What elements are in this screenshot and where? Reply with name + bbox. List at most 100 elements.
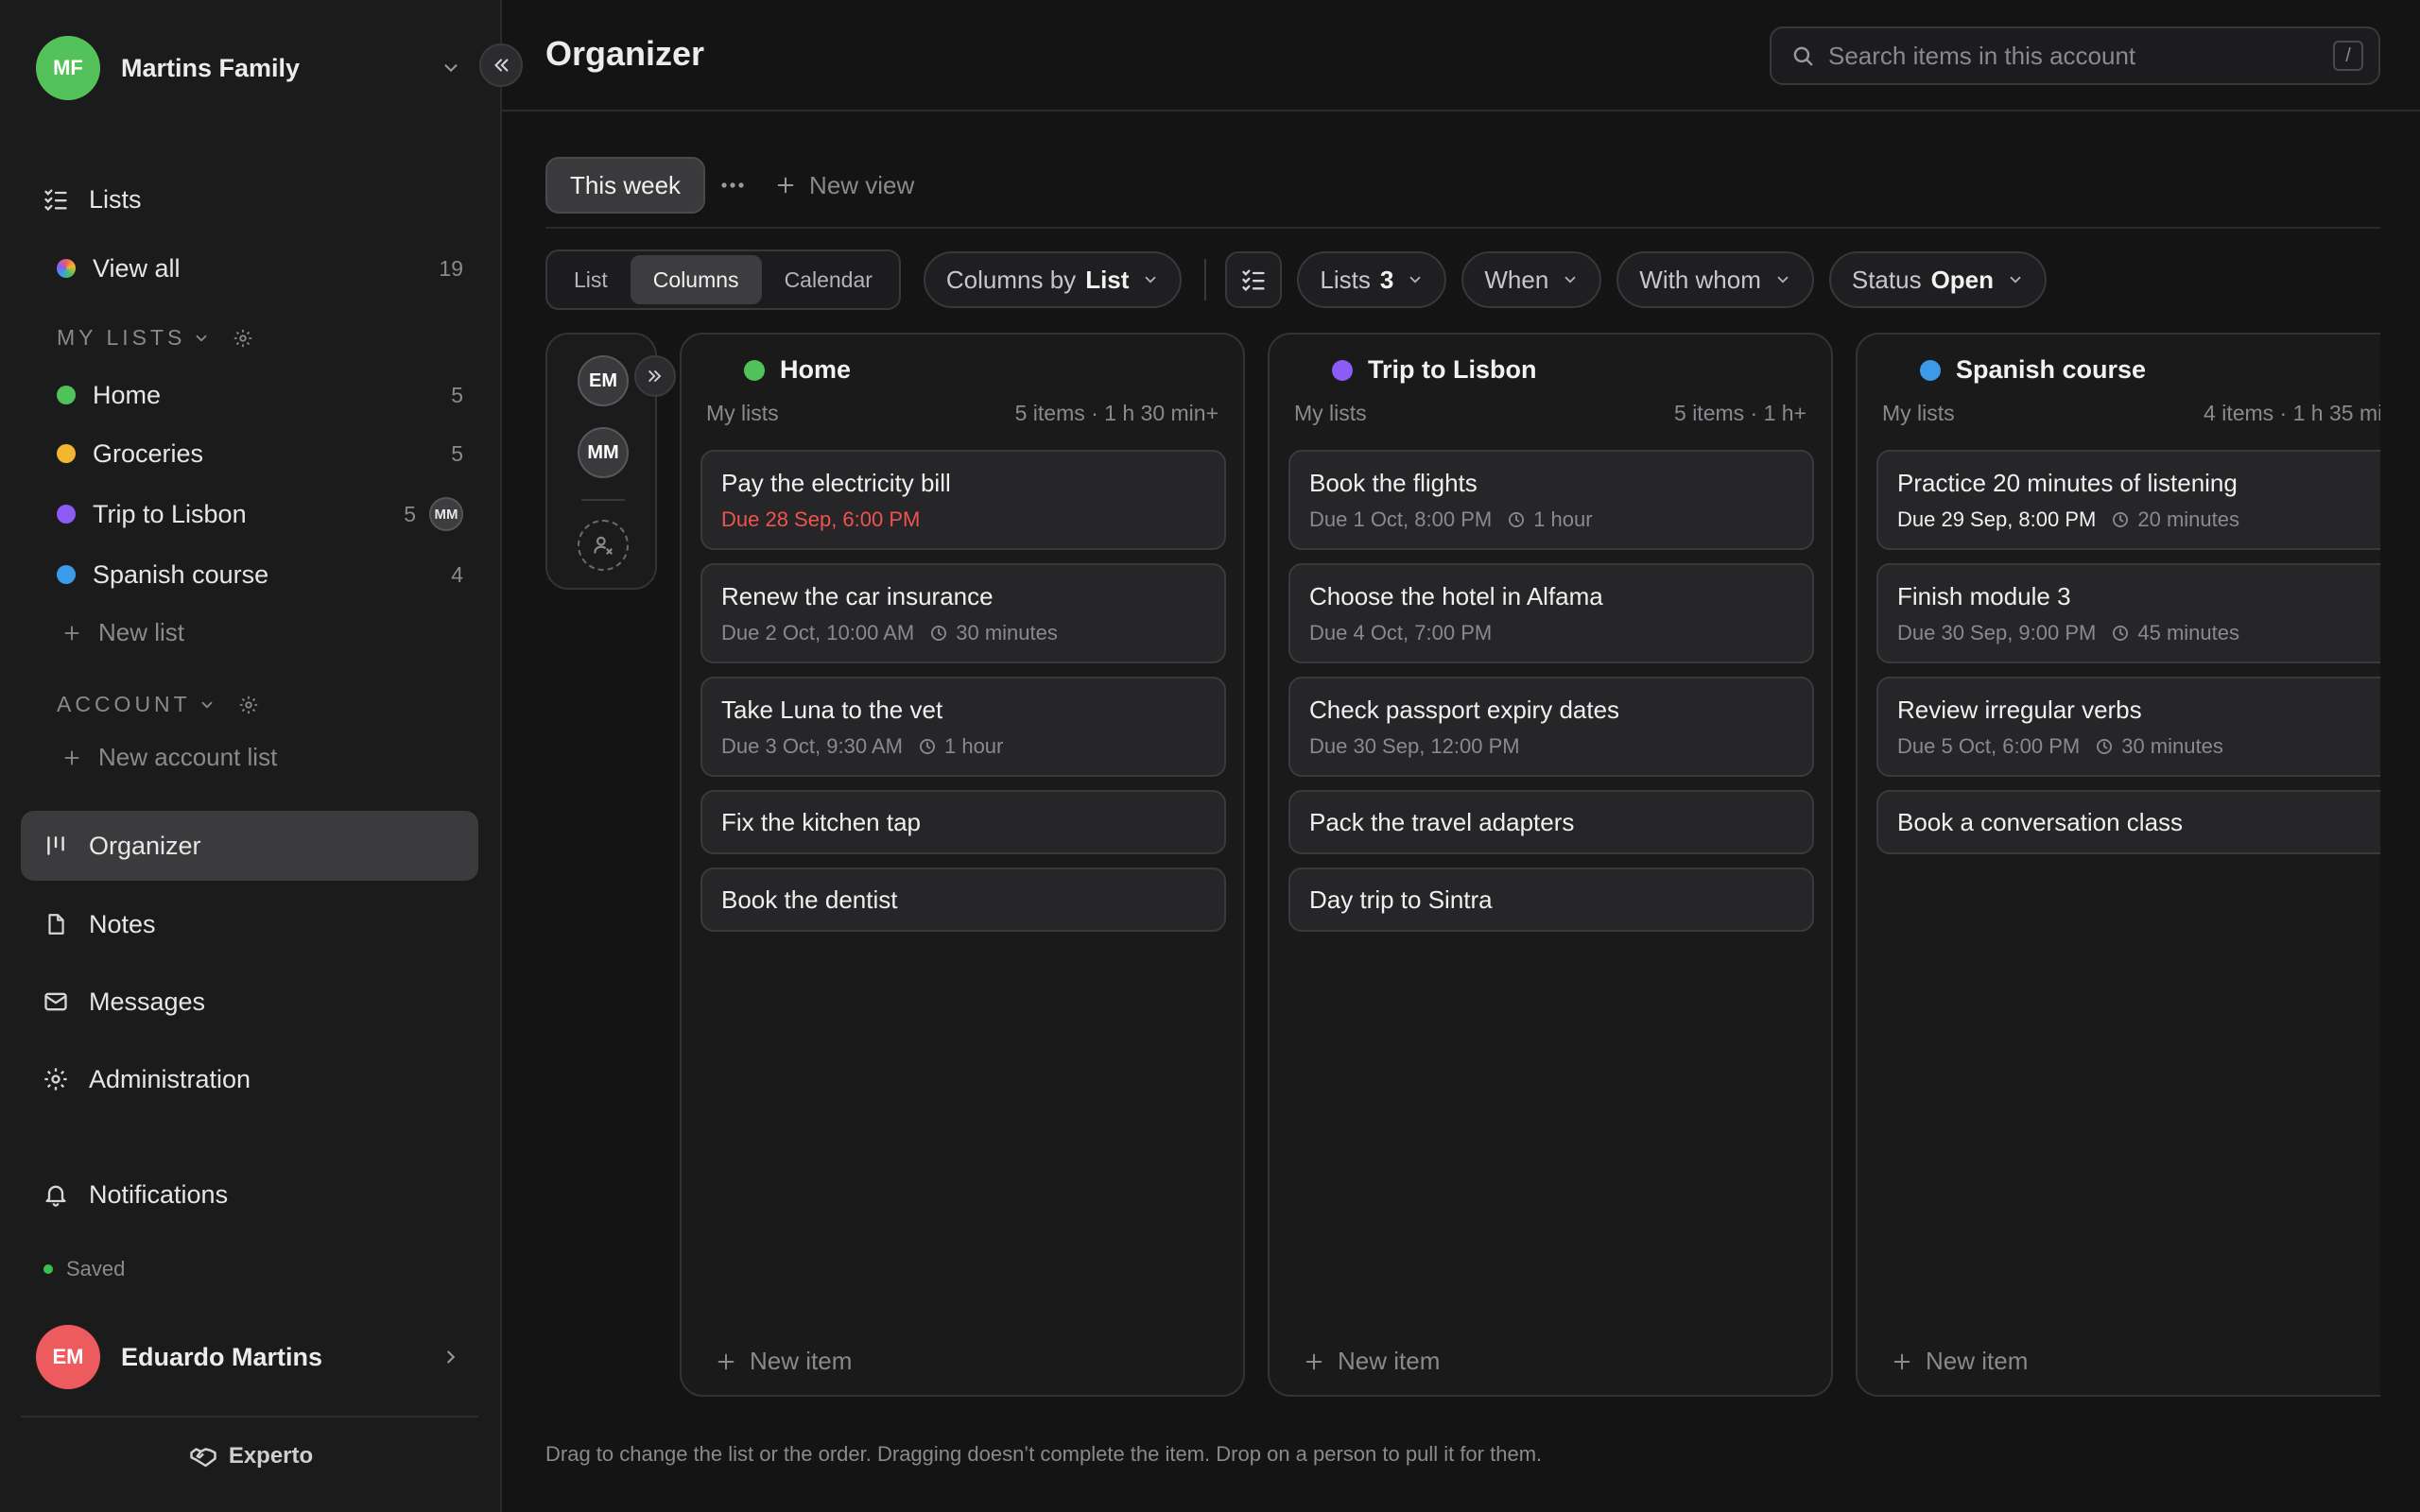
account-header[interactable]: ACCOUNT xyxy=(57,692,259,717)
when-filter[interactable]: When xyxy=(1461,251,1602,308)
column-summary: 5 items · 1 h+ xyxy=(1674,401,1806,425)
item-card[interactable]: Day trip to Sintra xyxy=(1288,868,1814,932)
nav-administration[interactable]: Administration xyxy=(21,1044,478,1114)
view-all[interactable]: View all 19 xyxy=(57,242,463,295)
person-avatar[interactable]: MM xyxy=(578,427,629,478)
account-switcher[interactable]: MF Martins Family xyxy=(36,36,461,100)
item-due: Due 28 Sep, 6:00 PM xyxy=(721,507,921,531)
new-account-list-button[interactable]: New account list xyxy=(62,743,277,772)
item-card[interactable]: Take Luna to the vet Due 3 Oct, 9:30 AM 1… xyxy=(700,677,1226,777)
list-color-dot xyxy=(57,505,76,524)
item-card[interactable]: Practice 20 minutes of listening Due 29 … xyxy=(1876,450,2380,550)
column-title: Home xyxy=(780,355,852,384)
item-due: Due 3 Oct, 9:30 AM xyxy=(721,733,903,758)
search-input[interactable] xyxy=(1828,41,2333,71)
item-card[interactable]: Pack the travel adapters xyxy=(1288,790,1814,854)
column-header[interactable]: Trip to Lisbon xyxy=(1332,355,1536,385)
view-all-label: View all xyxy=(93,253,181,283)
mode-list[interactable]: List xyxy=(551,255,631,304)
layout-switcher: List Columns Calendar xyxy=(545,249,901,310)
item-title: Practice 20 minutes of listening xyxy=(1897,468,2238,497)
sidebar-item-home[interactable]: Home 5 xyxy=(57,369,463,421)
sidebar-item-trip-to-lisbon[interactable]: Trip to Lisbon 5 MM xyxy=(57,488,463,541)
main-content: Organizer / This week New view List Colu… xyxy=(502,0,2420,1512)
mail-icon xyxy=(42,988,70,1016)
new-view-button[interactable]: New view xyxy=(775,157,914,214)
top-bar: Organizer / xyxy=(502,0,2420,112)
new-item-button[interactable]: New item xyxy=(1892,1347,2028,1376)
item-card[interactable]: Finish module 3 Due 30 Sep, 9:00 PM 45 mi… xyxy=(1876,563,2380,663)
clock-icon xyxy=(2095,737,2121,756)
item-title: Pack the travel adapters xyxy=(1309,807,1575,836)
gear-icon[interactable] xyxy=(233,328,253,349)
nav-messages[interactable]: Messages xyxy=(21,967,478,1037)
remove-person-icon xyxy=(591,533,615,558)
tab-this-week[interactable]: This week xyxy=(545,157,706,214)
account-name: Martins Family xyxy=(121,53,301,82)
column-header[interactable]: Spanish course xyxy=(1920,355,2146,385)
checklist-icon xyxy=(42,185,70,214)
lists-filter-label: Lists xyxy=(1320,265,1371,294)
item-card[interactable]: Fix the kitchen tap xyxy=(700,790,1226,854)
item-card[interactable]: Book the flights Due 1 Oct, 8:00 PM 1 hou… xyxy=(1288,450,1814,550)
item-due: Due 4 Oct, 7:00 PM xyxy=(1309,620,1493,644)
new-item-button[interactable]: New item xyxy=(1304,1347,1440,1376)
board: EM MM Home My lists 5 items · 1 h 30 min… xyxy=(545,333,2380,1397)
item-card[interactable]: Review irregular verbs Due 5 Oct, 6:00 P… xyxy=(1876,677,2380,777)
nav-notes[interactable]: Notes xyxy=(21,889,478,959)
chevron-down-icon xyxy=(1393,271,1424,288)
column-trip-to-lisbon: Trip to Lisbon My lists 5 items · 1 h+ B… xyxy=(1268,333,1833,1397)
checklist-toggle-button[interactable] xyxy=(1225,251,1283,308)
chevron-right-icon xyxy=(441,1347,461,1367)
item-card[interactable]: Pay the electricity bill Due 28 Sep, 6:0… xyxy=(700,450,1226,550)
column-subtitle: My lists xyxy=(1294,401,1367,425)
item-meta: Due 4 Oct, 7:00 PM xyxy=(1309,621,1793,645)
new-list-button[interactable]: New list xyxy=(62,618,184,647)
nav-notifications[interactable]: Notifications xyxy=(21,1160,478,1229)
item-card[interactable]: Book a conversation class xyxy=(1876,790,2380,854)
nav-organizer-label: Organizer xyxy=(89,831,201,860)
list-label: Trip to Lisbon xyxy=(93,499,247,528)
gear-icon[interactable] xyxy=(238,695,259,715)
unassign-person-button[interactable] xyxy=(578,520,629,571)
item-duration: 1 hour xyxy=(918,734,1003,759)
my-lists-header[interactable]: MY LISTS xyxy=(57,325,253,351)
collapse-sidebar-button[interactable] xyxy=(479,43,523,87)
column-meta: My lists 5 items · 1 h 30 min+ xyxy=(706,401,1219,426)
shared-avatar: MM xyxy=(429,497,463,531)
status-filter[interactable]: Status Open xyxy=(1828,251,2048,308)
clock-icon xyxy=(2111,624,2137,643)
column-items: Book the flights Due 1 Oct, 8:00 PM 1 hou… xyxy=(1288,450,1814,945)
search-box[interactable]: / xyxy=(1770,26,2380,85)
item-title: Book the dentist xyxy=(721,885,898,914)
view-more-button[interactable] xyxy=(709,157,756,214)
item-card[interactable]: Check passport expiry dates Due 30 Sep, … xyxy=(1288,677,1814,777)
user-menu[interactable]: EM Eduardo Martins xyxy=(36,1325,461,1389)
list-label: Spanish course xyxy=(93,559,269,589)
new-item-button[interactable]: New item xyxy=(716,1347,852,1376)
item-duration: 30 minutes xyxy=(2095,734,2223,759)
item-card[interactable]: Renew the car insurance Due 2 Oct, 10:00… xyxy=(700,563,1226,663)
sidebar-item-groceries[interactable]: Groceries 5 xyxy=(57,427,463,480)
column-summary: 4 items · 1 h 35 min xyxy=(2204,401,2380,425)
columns-by-filter[interactable]: Columns by List xyxy=(923,251,1183,308)
item-card[interactable]: Choose the hotel in Alfama Due 4 Oct, 7:… xyxy=(1288,563,1814,663)
person-avatar[interactable]: EM xyxy=(578,355,629,406)
column-header[interactable]: Home xyxy=(744,355,851,385)
when-filter-label: When xyxy=(1484,265,1549,294)
item-card[interactable]: Book the dentist xyxy=(700,868,1226,932)
nav-organizer[interactable]: Organizer xyxy=(21,811,478,881)
new-list-label: New list xyxy=(98,618,185,646)
my-lists-header-label: MY LISTS xyxy=(57,325,186,350)
item-title: Finish module 3 xyxy=(1897,581,2071,610)
expand-people-button[interactable] xyxy=(634,355,676,397)
sidebar-item-spanish-course[interactable]: Spanish course 4 xyxy=(57,548,463,601)
nav-lists[interactable]: Lists xyxy=(21,164,478,234)
status-filter-label: Status xyxy=(1851,265,1922,294)
brand: Experto xyxy=(0,1442,502,1470)
clock-icon xyxy=(1507,510,1533,529)
mode-calendar[interactable]: Calendar xyxy=(762,255,895,304)
mode-columns[interactable]: Columns xyxy=(630,255,762,304)
lists-filter[interactable]: Lists 3 xyxy=(1297,251,1447,308)
with-whom-filter[interactable]: With whom xyxy=(1616,251,1814,308)
